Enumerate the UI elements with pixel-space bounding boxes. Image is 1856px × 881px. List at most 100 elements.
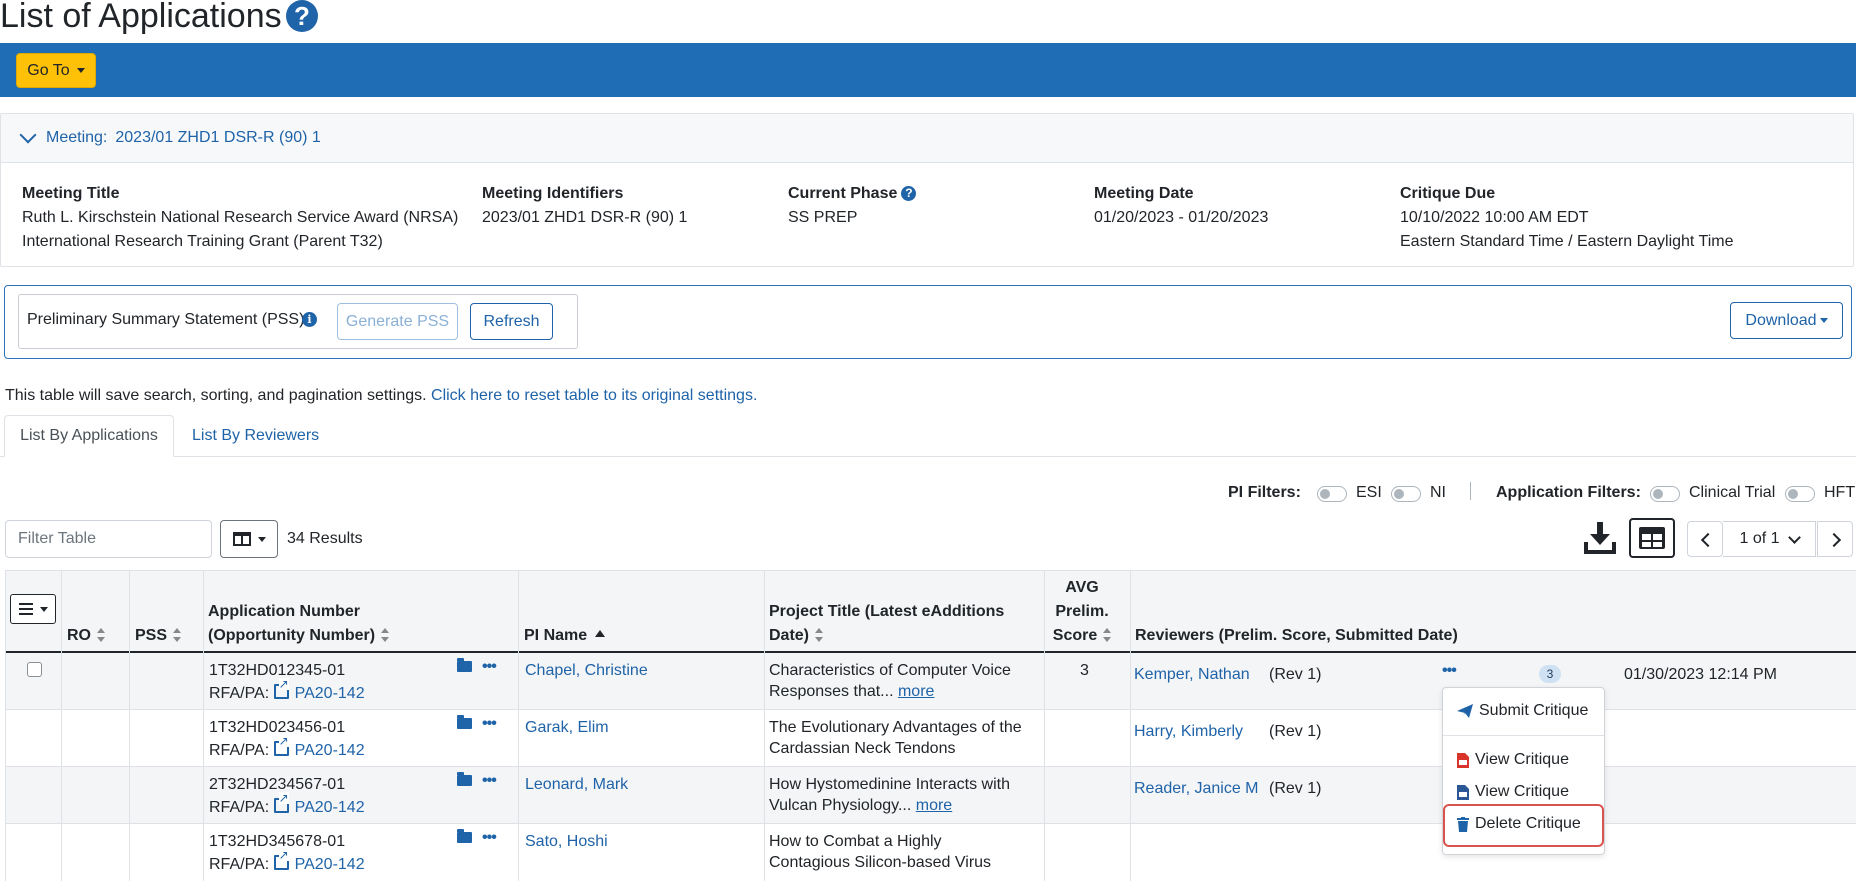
question-icon[interactable]: ? [901,186,917,201]
project-title-line1: How to Combat a Highly [769,833,942,850]
sort-icon [173,628,182,642]
reviewer-rev: (Rev 1) [1269,666,1322,683]
rfa-link[interactable]: PA20-142 [295,685,365,702]
caret-down-icon [1819,318,1828,323]
col-ro[interactable]: RO [67,624,105,648]
column-picker-button[interactable] [220,520,278,558]
meeting-identifiers-label: Meeting Identifiers [482,185,624,202]
next-page-button[interactable] [1817,521,1853,557]
save-note-text: This table will save search, sorting, an… [5,387,432,404]
project-title-text: Vulcan Physiology... [769,797,912,814]
more-actions-icon[interactable]: ••• [482,715,497,732]
pi-name-link[interactable]: Chapel, Christine [525,660,648,681]
meeting-toggle[interactable]: Meeting: 2023/01 ZHD1 DSR-R (90) 1 [19,126,321,147]
goto-button[interactable]: Go To [16,53,96,88]
col-reviewers: Reviewers (Prelim. Score, Submitted Date… [1135,627,1458,644]
pi-name-link[interactable]: Leonard, Mark [525,774,628,795]
col-project-title[interactable]: Project Title (Latest eAdditions Date) [769,600,1004,648]
project-title-line2: Contagious Silicon-based Virus [769,854,992,871]
chevron-left-icon [1700,532,1716,548]
menu-submit-label: Submit Critique [1479,702,1589,719]
meeting-date-label: Meeting Date [1094,185,1194,202]
esi-toggle[interactable] [1317,486,1347,502]
sort-icon [97,628,105,642]
filter-table-input[interactable] [5,520,212,558]
clinical-trial-toggle[interactable] [1650,486,1680,502]
ni-label: NI [1430,484,1446,501]
reviewer-more-icon[interactable]: ••• [1442,662,1457,680]
filter-separator [1470,482,1471,500]
help-icon[interactable]: ? [286,0,318,32]
col-divider [1044,570,1045,881]
download-label: Download [1745,311,1817,329]
export-download-icon[interactable] [1583,520,1617,556]
external-link-icon [273,849,289,870]
caret-down-icon [39,606,48,612]
row-actions-menu-button[interactable] [10,594,56,624]
pi-name-link[interactable]: Sato, Hoshi [525,831,608,852]
project-title-line1: How Hystomedinine Interacts with [769,776,1010,793]
col-avg-label2: Prelim. [1055,603,1109,620]
folder-icon[interactable] [457,829,472,843]
folder-icon[interactable] [457,772,472,786]
rfa-link[interactable]: PA20-142 [295,856,365,873]
meeting-identifiers-col: Meeting Identifiers 2023/01 ZHD1 DSR-R (… [482,182,687,230]
meeting-date-col: Meeting Date 01/20/2023 - 01/20/2023 [1094,182,1268,230]
meeting-toggle-prefix: Meeting: [46,129,108,146]
caret-down-icon [76,68,85,73]
rfa-link[interactable]: PA20-142 [295,742,365,759]
hft-label: HFT [1824,484,1856,501]
menu-view-critique-pdf[interactable]: View Critique [1457,751,1569,769]
col-avg-score[interactable]: AVG Prelim. Score [1049,576,1115,648]
more-link[interactable]: more [898,683,934,700]
reviewer-link[interactable]: Harry, Kimberly [1134,721,1243,742]
row-checkbox[interactable] [27,662,42,677]
download-button[interactable]: Download [1730,302,1843,339]
rfa-link[interactable]: PA20-142 [295,799,365,816]
external-link-icon [273,678,289,699]
tab-list-by-applications[interactable]: List By Applications [4,415,174,457]
pi-name-link[interactable]: Garak, Elim [525,717,609,738]
hft-toggle[interactable] [1785,486,1815,502]
grid-view-button[interactable] [1629,518,1675,558]
more-actions-icon[interactable]: ••• [482,829,497,846]
reset-table-link[interactable]: Click here to reset table to its origina… [431,387,757,404]
sort-ascending-icon [595,630,606,637]
rfa-label: RFA/PA: [209,685,270,702]
page-label: 1 of 1 [1739,530,1780,547]
more-link[interactable]: more [916,797,952,814]
esi-label: ESI [1356,484,1382,501]
project-title-line2: Vulcan Physiology... more [769,795,952,816]
ni-toggle[interactable] [1391,486,1421,502]
meeting-title-line1: Ruth L. Kirschstein National Research Se… [22,209,459,226]
opportunity-number: RFA/PA: PA20-142 [209,678,365,704]
menu-submit-critique[interactable]: Submit Critique [1457,702,1588,720]
chevron-down-icon [1787,530,1801,544]
current-phase-value: SS PREP [788,209,858,226]
critique-due-col: Critique Due 10/10/2022 10:00 AM EDT Eas… [1400,182,1733,254]
application-number: 1T32HD012345-01 [209,662,346,679]
refresh-button[interactable]: Refresh [470,303,553,340]
more-actions-icon[interactable]: ••• [482,658,497,675]
col-proj-label2: Date) [769,627,810,644]
previous-page-button[interactable] [1687,521,1723,557]
tab-list-by-reviewers[interactable]: List By Reviewers [192,427,319,445]
external-link-icon [273,792,289,813]
hamburger-icon [18,603,33,615]
reviewer-link[interactable]: Reader, Janice M [1134,778,1259,799]
generate-pss-button[interactable]: Generate PSS [337,303,458,340]
col-application-number[interactable]: Application Number (Opportunity Number) [208,600,390,648]
info-icon[interactable]: i [302,312,317,327]
menu-view-critique-doc[interactable]: View Critique [1457,783,1569,801]
more-actions-icon[interactable]: ••• [482,772,497,789]
application-number: 1T32HD023456-01 [209,719,346,736]
critique-due-label: Critique Due [1400,185,1496,202]
reviewer-link[interactable]: Kemper, Nathan [1134,664,1250,685]
page-select[interactable]: 1 of 1 [1723,521,1816,557]
col-pi-name[interactable]: PI Name [524,624,606,648]
folder-icon[interactable] [457,715,472,729]
folder-icon[interactable] [457,658,472,672]
col-avg-label3: Score [1052,627,1098,644]
col-pss[interactable]: PSS [135,624,182,648]
project-title-line2: Cardassian Neck Tendons [769,740,956,757]
